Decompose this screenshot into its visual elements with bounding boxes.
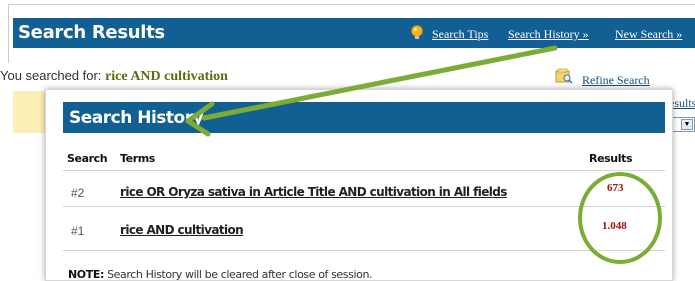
annotation-arrow-line [201, 45, 558, 121]
annotation-ellipse [578, 172, 662, 264]
annotation-overlay [185, 45, 662, 264]
